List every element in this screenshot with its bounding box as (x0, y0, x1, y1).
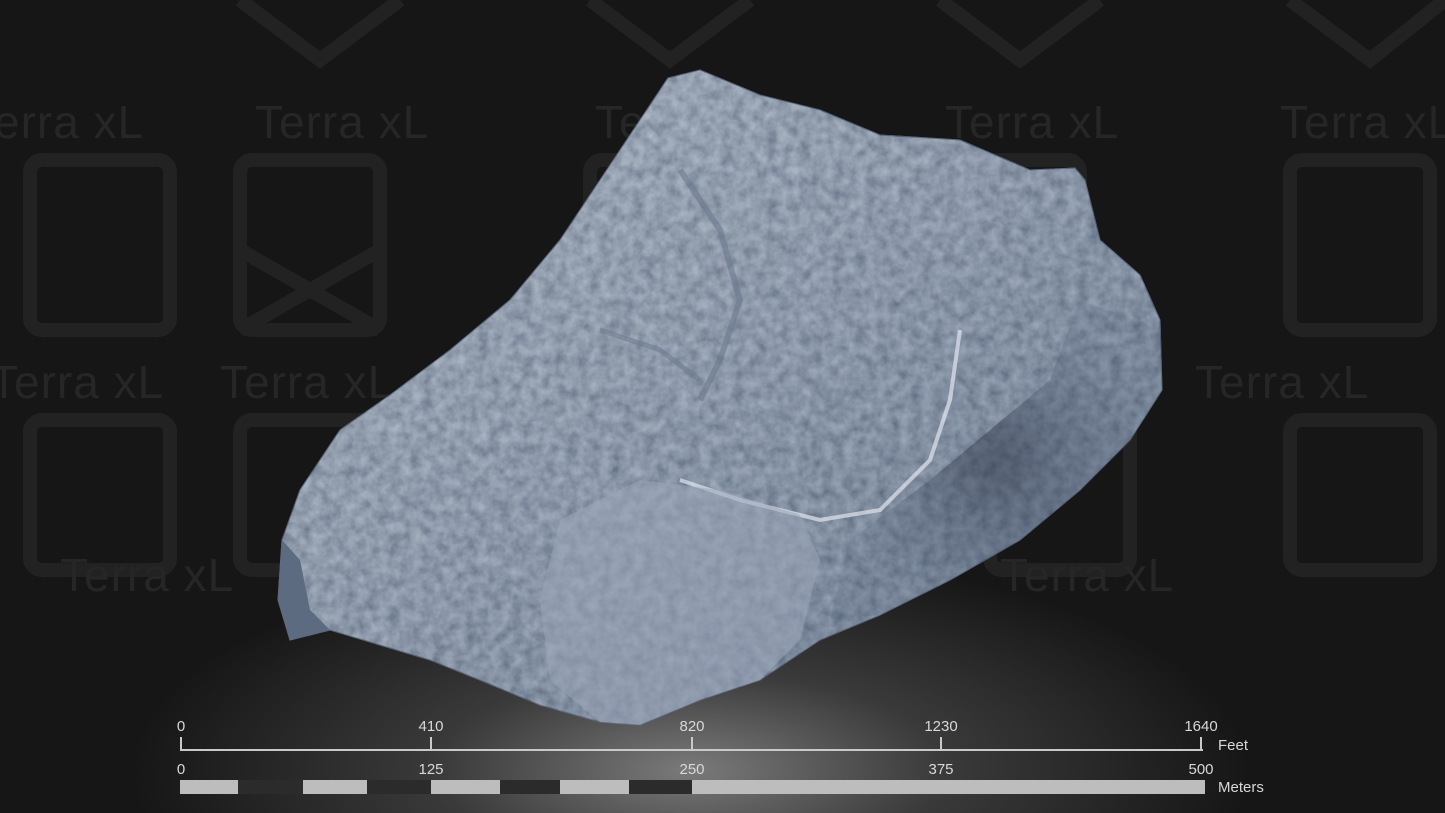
feet-tick-label: 820 (679, 718, 705, 735)
terrain-slide-area (540, 480, 820, 725)
meter-tick-label: 500 (1188, 761, 1214, 778)
feet-tick (1200, 737, 1202, 751)
meter-bar-segment (367, 780, 431, 794)
meter-bar-segment (500, 780, 560, 794)
feet-unit-label: Feet (1218, 737, 1249, 754)
meter-unit-label: Meters (1218, 779, 1264, 796)
meter-bar-segment (303, 780, 367, 794)
meter-tick-label: 375 (928, 761, 954, 778)
feet-tick-label: 0 (176, 718, 186, 735)
meter-bar-segment (692, 780, 1205, 794)
feet-tick-label: 410 (418, 718, 444, 735)
meter-tick-label: 125 (418, 761, 444, 778)
feet-tick (691, 737, 693, 751)
meter-bar-segment (629, 780, 692, 794)
meter-bar-segment (431, 780, 500, 794)
meter-tick-label: 0 (176, 761, 186, 778)
meter-bar-segment (180, 780, 238, 794)
meter-scale-bar (180, 780, 1205, 794)
meter-bar-segment (560, 780, 629, 794)
feet-tick (430, 737, 432, 751)
feet-tick (940, 737, 942, 751)
feet-tick-label: 1640 (1184, 718, 1218, 735)
feet-tick (180, 737, 182, 751)
terrain-model (277, 69, 1163, 726)
meter-tick-label: 250 (679, 761, 705, 778)
map-view: Terra xL Terra xL Terra xL Terra xL Terr… (0, 0, 1445, 813)
meter-bar-segment (238, 780, 303, 794)
feet-tick-label: 1230 (924, 718, 958, 735)
